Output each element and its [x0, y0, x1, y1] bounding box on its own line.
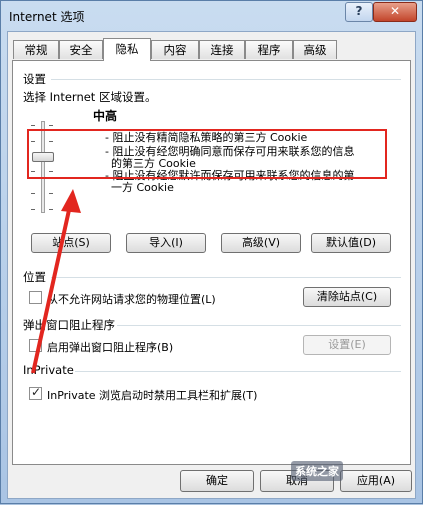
internet-options-window: Internet 选项 ? ✕ 常规 安全 隐私 内容 连接 程序 高级 设置 …: [0, 0, 423, 504]
watermark-logo: 系统之家: [291, 461, 343, 481]
annotation-arrow-icon: [31, 189, 81, 374]
tab-privacy[interactable]: 隐私: [103, 38, 151, 61]
